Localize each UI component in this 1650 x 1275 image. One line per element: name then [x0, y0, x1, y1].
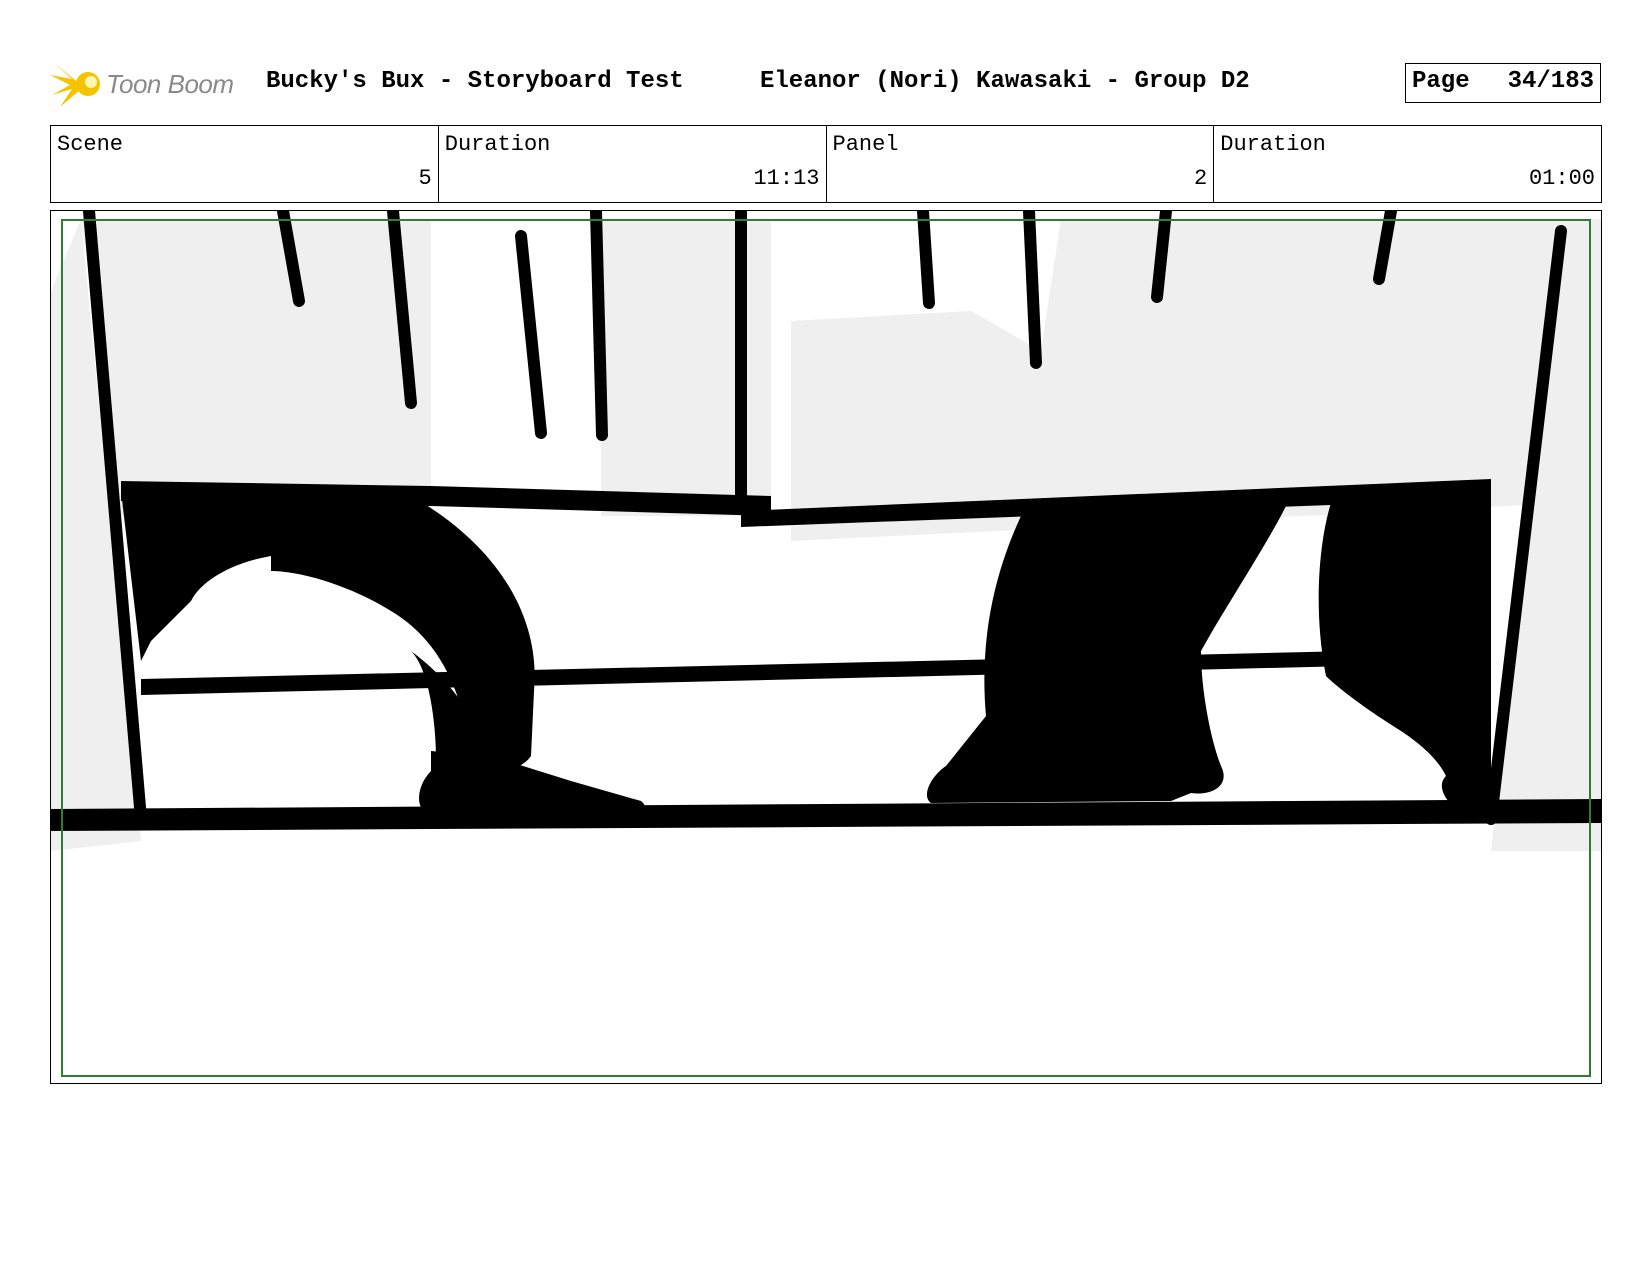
panel-duration-value: 01:00 [1528, 166, 1595, 191]
scene-duration-value: 11:13 [753, 166, 820, 191]
scene-duration-label: Duration [444, 132, 551, 157]
scene-duration-cell: Duration 11:13 [439, 126, 827, 202]
page-header: Toon Boom Bucky's Bux - Storyboard Test … [50, 55, 1602, 115]
storyboard-panel [50, 210, 1602, 1084]
page-number: 34/183 [1507, 68, 1594, 95]
toon-boom-logo-icon [50, 63, 100, 107]
page-label: Page [1412, 68, 1470, 95]
panel-duration-cell: Duration 01:00 [1214, 126, 1601, 202]
scene-value: 5 [418, 166, 432, 191]
page-indicator: Page 34/183 [1405, 63, 1601, 103]
scene-label: Scene [57, 132, 124, 157]
scene-cell: Scene 5 [51, 126, 439, 202]
artist-name: Eleanor (Nori) Kawasaki - Group D2 [760, 68, 1250, 95]
panel-label: Panel [832, 132, 899, 157]
safe-area-frame [61, 219, 1591, 1077]
panel-duration-label: Duration [1220, 132, 1326, 157]
panel-value: 2 [1194, 166, 1208, 191]
logo-text: Toon Boom [106, 69, 234, 99]
panel-cell: Panel 2 [827, 126, 1215, 202]
toon-boom-logo: Toon Boom [50, 57, 250, 111]
project-title: Bucky's Bux - Storyboard Test [266, 68, 684, 95]
panel-info-table: Scene 5 Duration 11:13 Panel 2 Duration … [50, 125, 1602, 203]
